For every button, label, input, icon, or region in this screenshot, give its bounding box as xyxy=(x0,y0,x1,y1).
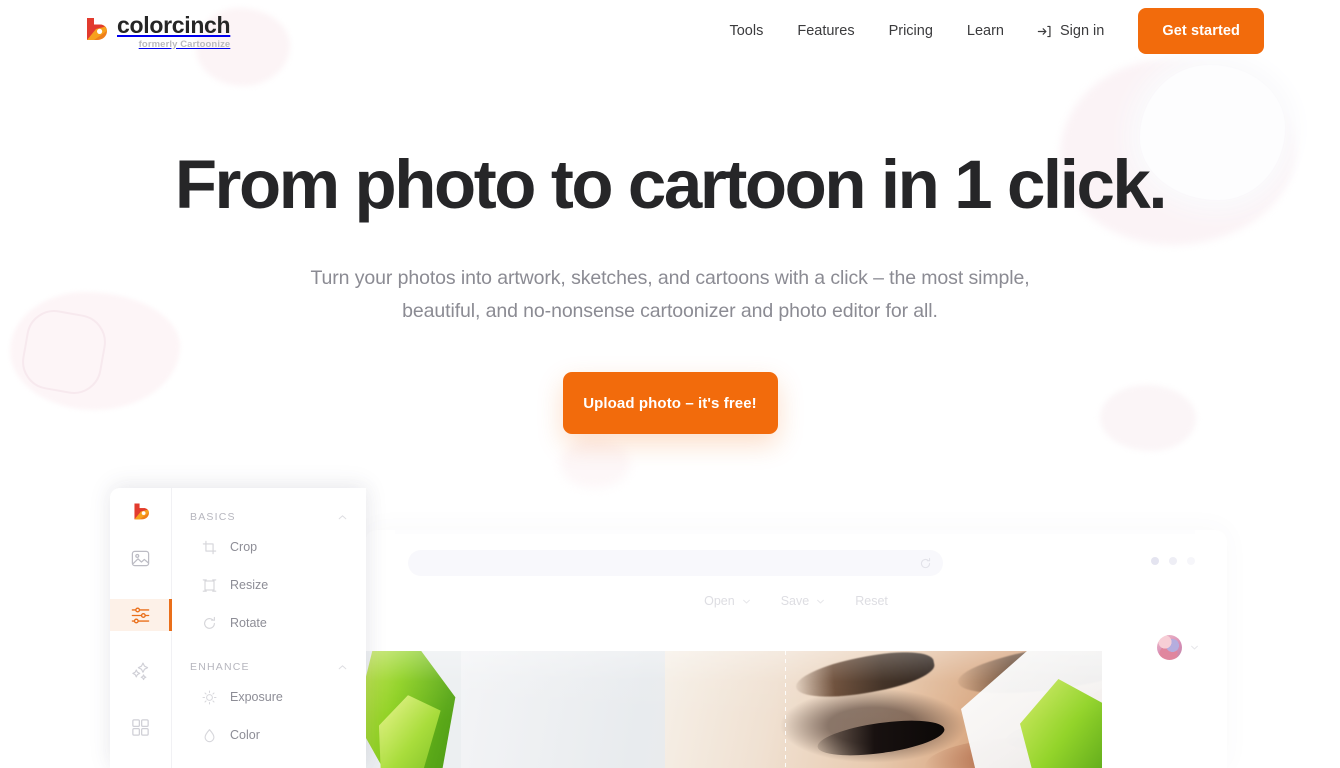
window-dot-1[interactable] xyxy=(1151,557,1159,565)
rotate-icon xyxy=(204,616,215,629)
image-icon xyxy=(131,551,150,567)
editor-preview: Open Save Reset BASICS Crop Resize Rotat… xyxy=(0,488,1340,768)
sign-in-label: Sign in xyxy=(1060,23,1105,39)
colorcinch-c-mark-icon[interactable] xyxy=(128,502,154,521)
nav-item-pricing[interactable]: Pricing xyxy=(872,15,950,47)
panel-item-color[interactable]: Color xyxy=(172,716,366,754)
editor-icon-rail xyxy=(110,488,172,768)
chevron-down-icon xyxy=(817,599,825,604)
droplet-icon xyxy=(204,728,215,742)
sliders-icon xyxy=(131,607,150,624)
rail-item-adjustments[interactable] xyxy=(110,599,172,632)
account-menu[interactable] xyxy=(1157,635,1199,660)
editor-tool-panel: BASICS Crop Resize Rotate ENHANCE Exposu… xyxy=(110,488,366,768)
toolbar-save-label: Save xyxy=(780,594,810,608)
colorcinch-c-mark-icon xyxy=(87,17,107,40)
brand-name: colorcinch xyxy=(117,11,231,38)
panel-group-spacer xyxy=(172,642,366,656)
refresh-icon[interactable] xyxy=(919,557,932,570)
panel-item-rotate[interactable]: Rotate xyxy=(172,604,366,642)
sign-in-button[interactable]: Sign in xyxy=(1021,15,1118,47)
nav-item-features[interactable]: Features xyxy=(780,15,871,47)
grid-icon xyxy=(132,719,149,737)
toolbar-save[interactable]: Save xyxy=(781,594,826,608)
toolbar-reset-label: Reset xyxy=(855,594,888,608)
hero-cta-wrapper: Upload photo – it's free! xyxy=(0,372,1340,435)
panel-item-crop-label: Crop xyxy=(230,540,258,554)
brand-logo[interactable]: colorcinch formerly Cartoonize xyxy=(84,11,231,50)
window-controls xyxy=(1151,557,1195,565)
panel-group-basics-title: BASICS xyxy=(190,511,236,523)
panel-item-rotate-label: Rotate xyxy=(230,616,267,630)
hero-title: From photo to cartoon in 1 click. xyxy=(174,146,1168,223)
toolbar-open[interactable]: Open xyxy=(704,594,751,608)
panel-group-enhance-title: ENHANCE xyxy=(190,661,250,673)
url-bar[interactable] xyxy=(408,550,943,576)
panel-item-exposure[interactable]: Exposure xyxy=(172,678,366,716)
panel-item-color-label: Color xyxy=(230,728,260,742)
resize-icon xyxy=(202,578,217,592)
rail-item-effects[interactable] xyxy=(110,655,172,687)
toolbar-reset[interactable]: Reset xyxy=(855,594,888,608)
window-dot-2[interactable] xyxy=(1169,557,1177,565)
decor-blob-under-cta xyxy=(560,440,630,488)
crop-icon xyxy=(202,540,217,554)
rail-item-photos[interactable] xyxy=(110,543,172,575)
panel-item-crop[interactable]: Crop xyxy=(172,528,366,566)
window-dot-3[interactable] xyxy=(1187,557,1195,565)
chevron-down-icon xyxy=(1191,645,1198,650)
toolbar-open-label: Open xyxy=(704,594,735,608)
chevron-down-icon xyxy=(742,599,750,604)
upload-photo-button[interactable]: Upload photo – it's free! xyxy=(562,372,778,435)
site-header: colorcinch formerly Cartoonize Tools Fea… xyxy=(0,0,1340,62)
sparkles-icon xyxy=(132,662,149,681)
sun-icon xyxy=(202,690,217,704)
login-arrow-icon xyxy=(1037,25,1051,37)
chevron-up-icon xyxy=(338,664,347,669)
before-after-divider[interactable] xyxy=(785,651,786,768)
hero-section: From photo to cartoon in 1 click. Turn y… xyxy=(0,62,1340,435)
main-nav: Tools Features Pricing Learn Sign in Get… xyxy=(712,8,1264,54)
hero-subtitle: Turn your photos into artwork, sketches,… xyxy=(310,267,1030,323)
chevron-up-icon xyxy=(338,514,347,519)
browser-tab-strip xyxy=(395,530,1195,534)
nav-item-learn[interactable]: Learn xyxy=(950,15,1021,47)
rail-item-templates[interactable] xyxy=(110,712,172,744)
panel-group-basics-header[interactable]: BASICS xyxy=(172,506,366,528)
panel-item-resize-label: Resize xyxy=(230,578,269,592)
nav-item-tools[interactable]: Tools xyxy=(712,15,780,47)
brand-tagline: formerly Cartoonize xyxy=(138,38,231,50)
panel-item-resize[interactable]: Resize xyxy=(172,566,366,604)
avatar xyxy=(1157,635,1182,660)
editor-canvas-photo[interactable] xyxy=(365,651,1102,768)
get-started-button[interactable]: Get started xyxy=(1138,8,1264,54)
editor-panel-body: BASICS Crop Resize Rotate ENHANCE Exposu… xyxy=(172,488,366,768)
panel-group-enhance-header[interactable]: ENHANCE xyxy=(172,656,366,678)
panel-item-exposure-label: Exposure xyxy=(230,690,283,704)
editor-toolbar: Open Save Reset xyxy=(365,594,1227,608)
